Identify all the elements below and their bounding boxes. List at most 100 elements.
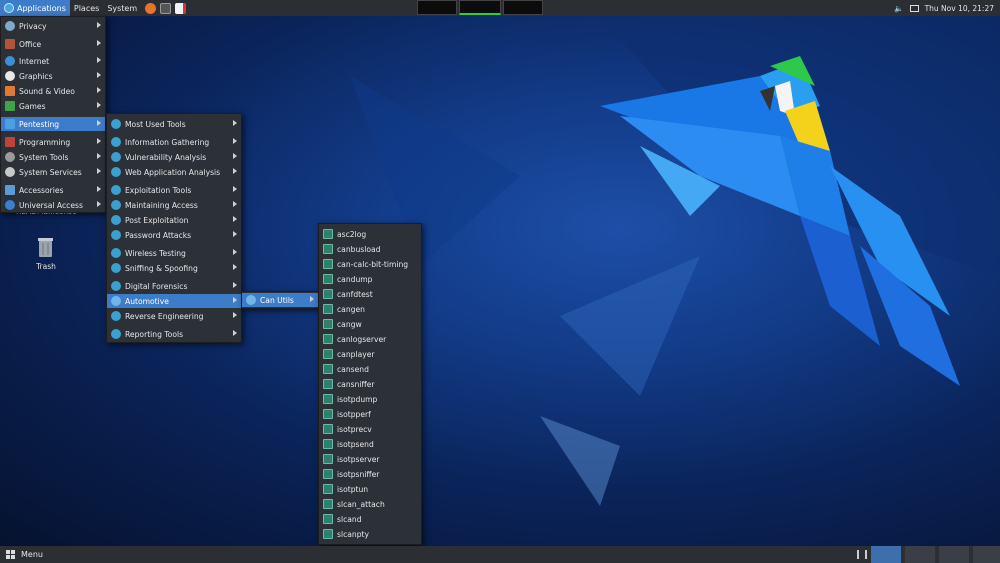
menu-item-isotpsniffer[interactable]: isotpsniffer [319, 467, 421, 481]
menu-item-web-application-analysis[interactable]: Web Application Analysis [107, 165, 241, 179]
applications-menu: Privacy Office Internet Graphics Sound &… [0, 16, 106, 213]
bottom-menu-label: Menu [21, 550, 43, 559]
menu-item-can-utils[interactable]: Can Utils [242, 293, 318, 307]
graphics-icon [5, 71, 15, 81]
menu-item-cangw[interactable]: cangw [319, 317, 421, 331]
menu-item-reverse-engineering[interactable]: Reverse Engineering [107, 309, 241, 323]
terminal-app-icon [323, 349, 333, 359]
terminal-icon[interactable] [160, 2, 172, 14]
menu-item-exploitation-tools[interactable]: Exploitation Tools [107, 183, 241, 197]
network-graph [503, 0, 543, 15]
terminal-app-icon [323, 274, 333, 284]
terminal-app-icon [323, 334, 333, 344]
menu-item-maintaining-access[interactable]: Maintaining Access [107, 198, 241, 212]
submenu-arrow-icon [233, 168, 237, 174]
menu-item-isotpdump[interactable]: isotpdump [319, 392, 421, 406]
show-desktop-icon[interactable] [857, 550, 867, 559]
workspace-2[interactable] [905, 546, 935, 563]
memory-graph [459, 0, 501, 15]
menu-item-automotive[interactable]: Automotive [107, 294, 241, 308]
submenu-arrow-icon [233, 186, 237, 192]
workspace-1[interactable] [871, 546, 901, 563]
menu-item-sound-video[interactable]: Sound & Video [1, 84, 105, 98]
menu-item-programming[interactable]: Programming [1, 135, 105, 149]
menu-item-reporting-tools[interactable]: Reporting Tools [107, 327, 241, 341]
menu-item-pentesting[interactable]: Pentesting [1, 117, 105, 131]
menu-item-can-calc-bit-timing[interactable]: can-calc-bit-timing [319, 257, 421, 271]
menu-item-most-used-tools[interactable]: Most Used Tools [107, 117, 241, 131]
clock[interactable]: Thu Nov 10, 21:27 [925, 4, 994, 13]
system-tray: 🔈 Thu Nov 10, 21:27 [894, 0, 994, 16]
trash-label[interactable]: Trash [26, 262, 66, 271]
reverse-engineering-icon [111, 311, 121, 321]
menu-item-post-exploitation[interactable]: Post Exploitation [107, 213, 241, 227]
universal-access-icon [5, 200, 15, 210]
menu-item-canlogserver[interactable]: canlogserver [319, 332, 421, 346]
menu-item-vulnerability-analysis[interactable]: Vulnerability Analysis [107, 150, 241, 164]
menu-item-sniffing-spoofing[interactable]: Sniffing & Spoofing [107, 261, 241, 275]
menu-item-information-gathering[interactable]: Information Gathering [107, 135, 241, 149]
submenu-arrow-icon [97, 40, 101, 46]
top-panel: Applications Places System 🔈 Thu Nov 10,… [0, 0, 1000, 16]
workspace-3[interactable] [939, 546, 969, 563]
password-attacks-icon [111, 230, 121, 240]
menu-item-games[interactable]: Games [1, 99, 105, 113]
applications-label: Applications [17, 3, 66, 13]
menu-item-cansniffer[interactable]: cansniffer [319, 377, 421, 391]
menu-item-digital-forensics[interactable]: Digital Forensics [107, 279, 241, 293]
menu-item-canplayer[interactable]: canplayer [319, 347, 421, 361]
menu-item-password-attacks[interactable]: Password Attacks [107, 228, 241, 242]
menu-item-system-tools[interactable]: System Tools [1, 150, 105, 164]
submenu-arrow-icon [233, 330, 237, 336]
menu-item-cangen[interactable]: cangen [319, 302, 421, 316]
terminal-app-icon [323, 454, 333, 464]
menu-item-slcand[interactable]: slcand [319, 512, 421, 526]
menu-item-universal-access[interactable]: Universal Access [1, 198, 105, 212]
system-menu-button[interactable]: System [103, 0, 141, 16]
text-editor-icon[interactable] [175, 2, 187, 14]
submenu-arrow-icon [233, 249, 237, 255]
bottom-menu-button[interactable]: Menu [0, 550, 43, 559]
menu-item-internet[interactable]: Internet [1, 54, 105, 68]
bottom-panel: Menu [0, 546, 1000, 563]
trash-icon[interactable] [37, 236, 54, 258]
terminal-app-icon [323, 319, 333, 329]
menu-item-candump[interactable]: candump [319, 272, 421, 286]
menu-item-isotprecv[interactable]: isotprecv [319, 422, 421, 436]
cpu-graph [417, 0, 457, 15]
menu-item-isotpsend[interactable]: isotpsend [319, 437, 421, 451]
menu-item-isotpperf[interactable]: isotpperf [319, 407, 421, 421]
menu-item-canbusload[interactable]: canbusload [319, 242, 421, 256]
menu-item-asc2log[interactable]: asc2log [319, 227, 421, 241]
terminal-app-icon [323, 229, 333, 239]
submenu-arrow-icon [233, 216, 237, 222]
applications-menu-button[interactable]: Applications [0, 0, 70, 16]
workspace-4[interactable] [973, 546, 1000, 563]
display-icon[interactable] [909, 4, 919, 12]
terminal-app-icon [323, 439, 333, 449]
submenu-arrow-icon [233, 138, 237, 144]
system-services-icon [5, 167, 15, 177]
submenu-arrow-icon [233, 120, 237, 126]
terminal-app-icon [323, 379, 333, 389]
menu-item-slcanpty[interactable]: slcanpty [319, 527, 421, 541]
menu-item-privacy[interactable]: Privacy [1, 19, 105, 33]
terminal-app-icon [323, 259, 333, 269]
places-menu-button[interactable]: Places [70, 0, 103, 16]
menu-item-system-services[interactable]: System Services [1, 165, 105, 179]
menu-item-wireless-testing[interactable]: Wireless Testing [107, 246, 241, 260]
menu-item-slcan-attach[interactable]: slcan_attach [319, 497, 421, 511]
volume-icon[interactable]: 🔈 [894, 4, 903, 13]
menu-item-isotptun[interactable]: isotptun [319, 482, 421, 496]
information-gathering-icon [111, 137, 121, 147]
menu-item-accessories[interactable]: Accessories [1, 183, 105, 197]
system-tools-icon [5, 152, 15, 162]
system-monitor[interactable] [417, 0, 543, 15]
firefox-icon[interactable] [145, 2, 157, 14]
menu-item-office[interactable]: Office [1, 37, 105, 51]
menu-item-graphics[interactable]: Graphics [1, 69, 105, 83]
menu-item-canfdtest[interactable]: canfdtest [319, 287, 421, 301]
terminal-app-icon [323, 304, 333, 314]
menu-item-cansend[interactable]: cansend [319, 362, 421, 376]
menu-item-isotpserver[interactable]: isotpserver [319, 452, 421, 466]
